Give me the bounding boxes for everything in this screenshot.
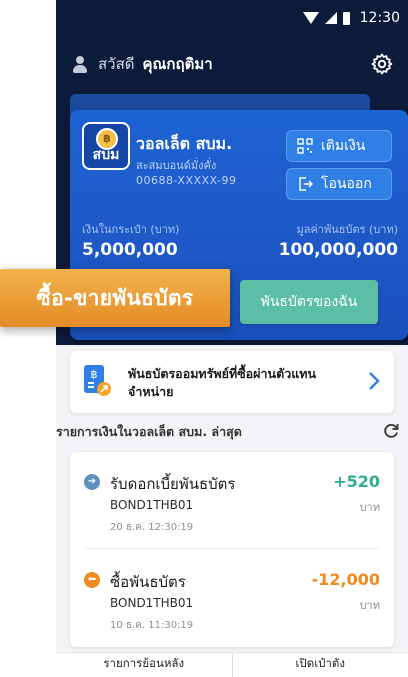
transactions-section-title: รายการเงินในวอลเล็ต สบม. ล่าสุด [56,424,242,439]
transaction-code: BOND1THB01 [110,498,194,512]
bond-value: 100,000,000 [278,240,398,260]
wifi-icon [302,12,319,24]
wallet-name: วอลเล็ต สบม. [136,134,233,153]
status-time: 12:30 [359,10,400,26]
my-bonds-button[interactable]: พันธบัตรของฉัน [240,280,378,324]
wallet-account-number: 00688-XXXXX-99 [136,174,237,187]
svg-text:฿: ฿ [91,368,98,381]
transaction-time: 10 ธ.ค. 11:30:19 [110,620,194,631]
transfer-out-label: โอนออก [321,176,372,192]
transaction-time: 20 ธ.ค. 12:30:19 [110,522,194,533]
refresh-icon[interactable] [382,422,400,440]
transaction-item[interactable]: ➜ รับดอกเบี้ยพันธบัตร BOND1THB01 20 ธ.ค.… [70,452,394,542]
status-bar: 12:30 [56,0,408,40]
avatar-icon [70,54,90,74]
buy-sell-bonds-banner[interactable]: ซื้อ-ขายพันธบัตร [0,269,230,327]
bottom-nav: รายการย้อนหลัง เปิดเป๋าตัง [56,652,408,677]
transaction-title: ซื้อพันธบัตร [110,573,186,591]
transaction-code: BOND1THB01 [110,596,194,610]
bond-value-label: มูลค่าพันธบัตร (บาท) [296,223,398,236]
balance-value: 5,000,000 [82,240,178,260]
transactions-list: ➜ รับดอกเบี้ยพันธบัตร BOND1THB01 20 ธ.ค.… [70,452,394,647]
topup-button[interactable]: เติมเงิน [286,130,392,162]
bond-document-icon: ฿ [84,365,111,396]
balance-label: เงินในกระเป๋า (บาท) [82,223,180,236]
transaction-item[interactable]: ⬅ ซื้อพันธบัตร BOND1THB01 10 ธ.ค. 11:30:… [70,550,394,640]
logo-text: สบม [92,147,120,163]
user-name: คุณกฤติมา [142,55,213,73]
transaction-unit: บาท [359,501,380,514]
greeting: สวัสดี คุณกฤติมา [70,52,213,76]
signal-icon [324,12,337,24]
wallet-logo: ฿ สบม [82,122,130,170]
transfer-out-button[interactable]: โอนออก [286,168,392,200]
greeting-text: สวัสดี [98,55,135,73]
battery-icon [342,11,350,25]
arrow-right-icon: ➜ [84,474,100,490]
exit-arrow-icon [299,177,313,191]
arrow-left-icon: ⬅ [84,572,100,588]
agent-bonds-card[interactable]: ฿ พันธบัตรออมทรัพย์ที่ซื้อผ่านตัวแทนจำหน… [70,351,394,413]
nav-open-account[interactable]: เปิดเป๋าตัง [233,653,408,677]
divider [84,548,380,549]
phone-screen: 12:30 สวัสดี คุณกฤติมา ฿ สบม วอลเล็ต สบม… [56,0,408,677]
transaction-amount: +520 [333,472,380,491]
transaction-title: รับดอกเบี้ยพันธบัตร [110,475,236,493]
nav-history[interactable]: รายการย้อนหลัง [56,653,232,677]
chevron-right-icon [369,372,380,390]
gear-icon[interactable] [370,52,394,76]
agent-bonds-label: พันธบัตรออมทรัพย์ที่ซื้อผ่านตัวแทนจำหน่า… [128,366,317,399]
wallet-subtitle: สะสมบอนด์มั่งคั่ง [136,159,217,172]
topup-label: เติมเงิน [321,138,366,154]
transaction-unit: บาท [359,599,380,612]
status-icons: 12:30 [302,10,400,26]
qr-code-icon [297,138,313,154]
transaction-amount: -12,000 [311,570,380,589]
